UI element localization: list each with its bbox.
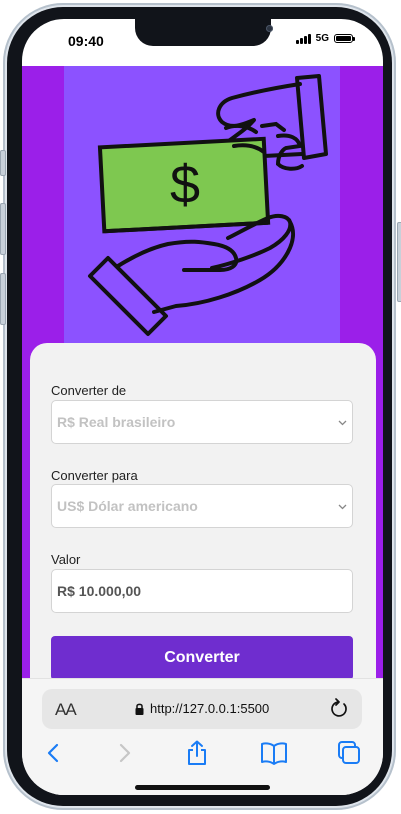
address-bar[interactable]: AA http://127.0.0.1:5500 <box>42 689 362 729</box>
forward-icon[interactable] <box>110 740 138 766</box>
mute-switch <box>0 150 6 176</box>
to-currency-value: US$ Dólar americano <box>57 498 198 514</box>
bookmarks-icon[interactable] <box>260 740 288 766</box>
amount-input[interactable]: R$ 10.000,00 <box>51 569 353 613</box>
phone-frame: 09:40 5G $ Converter de R$ Real brasilei… <box>0 0 401 814</box>
share-icon[interactable] <box>183 740 211 766</box>
signal-icon <box>295 33 311 44</box>
status-indicators: 5G <box>295 33 355 44</box>
hero-banner: $ <box>64 66 340 356</box>
camera-icon <box>266 25 273 32</box>
network-type: 5G <box>315 33 329 44</box>
battery-icon <box>334 34 355 43</box>
chevron-down-icon <box>338 420 347 426</box>
url-text[interactable]: http://127.0.0.1:5500 <box>150 701 269 716</box>
back-icon[interactable] <box>40 740 68 766</box>
notch <box>135 19 273 46</box>
converter-form: Converter de R$ Real brasileiro Converte… <box>30 343 376 678</box>
volume-up-button <box>0 203 6 255</box>
browser-toolbar: AA http://127.0.0.1:5500 <box>22 678 383 795</box>
status-time: 09:40 <box>68 33 104 49</box>
chevron-down-icon <box>338 504 347 510</box>
text-size-button[interactable]: AA <box>55 700 77 720</box>
dollar-icon: $ <box>170 155 200 215</box>
money-hands-illustration: $ <box>88 74 328 336</box>
convert-button[interactable]: Converter <box>51 636 353 678</box>
tabs-icon[interactable] <box>335 740 363 766</box>
power-button <box>397 222 401 302</box>
from-currency-label: Converter de <box>51 383 127 398</box>
lock-icon <box>135 703 144 715</box>
amount-value: R$ 10.000,00 <box>57 583 142 599</box>
to-currency-label: Converter para <box>51 468 138 483</box>
amount-label: Valor <box>51 552 81 567</box>
to-currency-select[interactable]: US$ Dólar americano <box>51 484 353 528</box>
reload-icon[interactable] <box>329 698 349 720</box>
volume-down-button <box>0 273 6 325</box>
from-currency-value: R$ Real brasileiro <box>57 414 176 430</box>
app-content: $ Converter de R$ Real brasileiro Conver… <box>22 66 383 678</box>
screen: 09:40 5G $ Converter de R$ Real brasilei… <box>22 19 383 795</box>
from-currency-select[interactable]: R$ Real brasileiro <box>51 400 353 444</box>
home-indicator <box>135 785 270 790</box>
